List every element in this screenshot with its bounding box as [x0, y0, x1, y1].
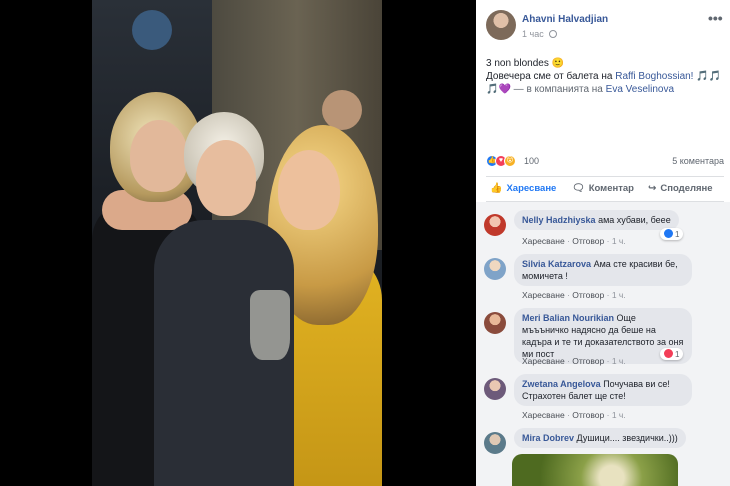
author-avatar[interactable]	[486, 10, 516, 40]
comment-item: Meri Balian Nourikian Още мъъъничко надя…	[484, 308, 724, 372]
reactions-bar: 👍 ♥ 😮 100 5 коментара	[486, 155, 724, 169]
post-text-pre: Довечера сме от балета на	[486, 71, 616, 82]
comment-reactions[interactable]: 1	[660, 348, 684, 360]
post-time[interactable]: 1 час	[522, 29, 544, 39]
comment-meta: Харесване · Отговор · 1 ч.	[522, 356, 626, 366]
comment-like-link[interactable]: Харесване	[522, 236, 565, 246]
bg-light	[132, 10, 172, 50]
comments-list: Nelly Hadzhiyska ама хубави, беее 1 Харе…	[476, 202, 730, 486]
love-reaction-icon	[664, 349, 673, 358]
comment-like-link[interactable]: Харесване	[522, 290, 565, 300]
music-notes-heart: 🎵💜	[486, 84, 511, 95]
comment-bubble: Nelly Hadzhiyska ама хубави, беее	[514, 210, 679, 230]
comment-bubble: Zwetana Angelova Почучава ви се! Страхот…	[514, 374, 692, 406]
comment-like-link[interactable]: Харесване	[522, 356, 565, 366]
like-label: Харесване	[506, 183, 557, 194]
post-photo[interactable]	[92, 0, 382, 486]
author-name[interactable]: Ahavni Halvadjian	[522, 14, 608, 25]
comment-time[interactable]: 1 ч.	[612, 236, 626, 246]
post-text-line2: Довечера сме от балета на Raffi Boghossi…	[486, 70, 726, 83]
share-icon: ↪	[648, 183, 657, 194]
comment-reactions[interactable]: 1	[660, 228, 684, 240]
comment-reply-link[interactable]: Отговор	[572, 356, 604, 366]
person-left-face	[130, 120, 188, 192]
comment-reaction-count: 1	[675, 350, 680, 359]
wine-glass	[250, 290, 290, 360]
comment-bubble: Silvia Katzarova Ама сте красиви бе, мом…	[514, 254, 692, 286]
post-text: 3 non blondes 🙂 Довечера сме от балета н…	[486, 57, 726, 96]
comment-meta: Харесване · Отговор · 1 ч.	[522, 410, 626, 420]
post-side-panel: Ahavni Halvadjian 1 час ••• 3 non blonde…	[476, 0, 730, 486]
post-actions: 👍 Харесване 🗨 Коментар ↪ Споделяне	[486, 176, 724, 202]
commenter-avatar[interactable]	[484, 432, 506, 454]
post-meta: 1 час	[522, 29, 558, 39]
post-text-line3: 🎵💜 — в компанията на Eva Veselinova	[486, 83, 726, 96]
with-text: — в компанията на	[510, 84, 606, 95]
like-reaction-icon	[664, 229, 673, 238]
commenter-name[interactable]: Nelly Hadzhiyska	[522, 215, 596, 225]
thumbs-up-icon: 👍	[490, 183, 503, 194]
reaction-count[interactable]: 100	[524, 156, 539, 166]
comment-item: Nelly Hadzhiyska ама хубави, беее 1 Харе…	[484, 210, 724, 254]
bg-person	[322, 90, 362, 130]
comment-like-link[interactable]: Харесване	[522, 410, 565, 420]
comment-icon: 🗨	[572, 183, 585, 194]
person-center-face	[196, 140, 256, 216]
comment-time[interactable]: 1 ч.	[612, 356, 626, 366]
comment-count[interactable]: 5 коментара	[672, 156, 724, 166]
comment-bubble: Mira Dobrev Душици.... звездички..)))	[514, 428, 686, 448]
commenter-name[interactable]: Meri Balian Nourikian	[522, 313, 614, 323]
comment-reply-link[interactable]: Отговор	[572, 410, 604, 420]
commenter-avatar[interactable]	[484, 378, 506, 400]
commenter-avatar[interactable]	[484, 214, 506, 236]
commenter-name[interactable]: Mira Dobrev	[522, 433, 574, 443]
commenter-name[interactable]: Zwetana Angelova	[522, 379, 601, 389]
comment-text: ама хубави, беее	[598, 215, 671, 225]
comment-meta: Харесване · Отговор · 1 ч.	[522, 290, 626, 300]
globe-icon	[549, 30, 558, 38]
comment-label: Коментар	[588, 183, 634, 194]
comment-reply-link[interactable]: Отговор	[572, 290, 604, 300]
commenter-avatar[interactable]	[484, 258, 506, 280]
comment-time[interactable]: 1 ч.	[612, 410, 626, 420]
photo-viewer: Ahavni Halvadjian 1 час ••• 3 non blonde…	[0, 0, 730, 486]
post-header: Ahavni Halvadjian 1 час •••	[476, 0, 730, 48]
commenter-avatar[interactable]	[484, 312, 506, 334]
share-label: Споделяне	[660, 183, 713, 194]
post-text-line1: 3 non blondes 🙂	[486, 58, 565, 69]
wow-reaction-icon: 😮	[504, 155, 516, 167]
music-notes: 🎵🎵	[693, 71, 722, 82]
tagged-link-eva[interactable]: Eva Veselinova	[606, 84, 674, 95]
comment-item: Zwetana Angelova Почучава ви се! Страхот…	[484, 374, 724, 428]
tagged-link-raffi[interactable]: Raffi Boghossian!	[615, 71, 693, 82]
share-button[interactable]: ↪ Споделяне	[648, 183, 713, 194]
comment-reaction-count: 1	[675, 230, 680, 239]
like-button[interactable]: 👍 Харесване	[490, 183, 556, 194]
commenter-name[interactable]: Silvia Katzarova	[522, 259, 591, 269]
reaction-icons[interactable]: 👍 ♥ 😮	[486, 155, 522, 167]
person-right-face	[278, 150, 340, 230]
comment-image-preview[interactable]	[512, 454, 678, 486]
comment-time[interactable]: 1 ч.	[612, 290, 626, 300]
comment-item: Silvia Katzarova Ама сте красиви бе, мом…	[484, 254, 724, 310]
comment-text: Душици.... звездички..)))	[576, 433, 678, 443]
comment-button[interactable]: 🗨 Коментар	[572, 183, 634, 194]
more-options-icon[interactable]: •••	[708, 10, 723, 26]
comment-reply-link[interactable]: Отговор	[572, 236, 604, 246]
comment-meta: Харесване · Отговор · 1 ч.	[522, 236, 626, 246]
